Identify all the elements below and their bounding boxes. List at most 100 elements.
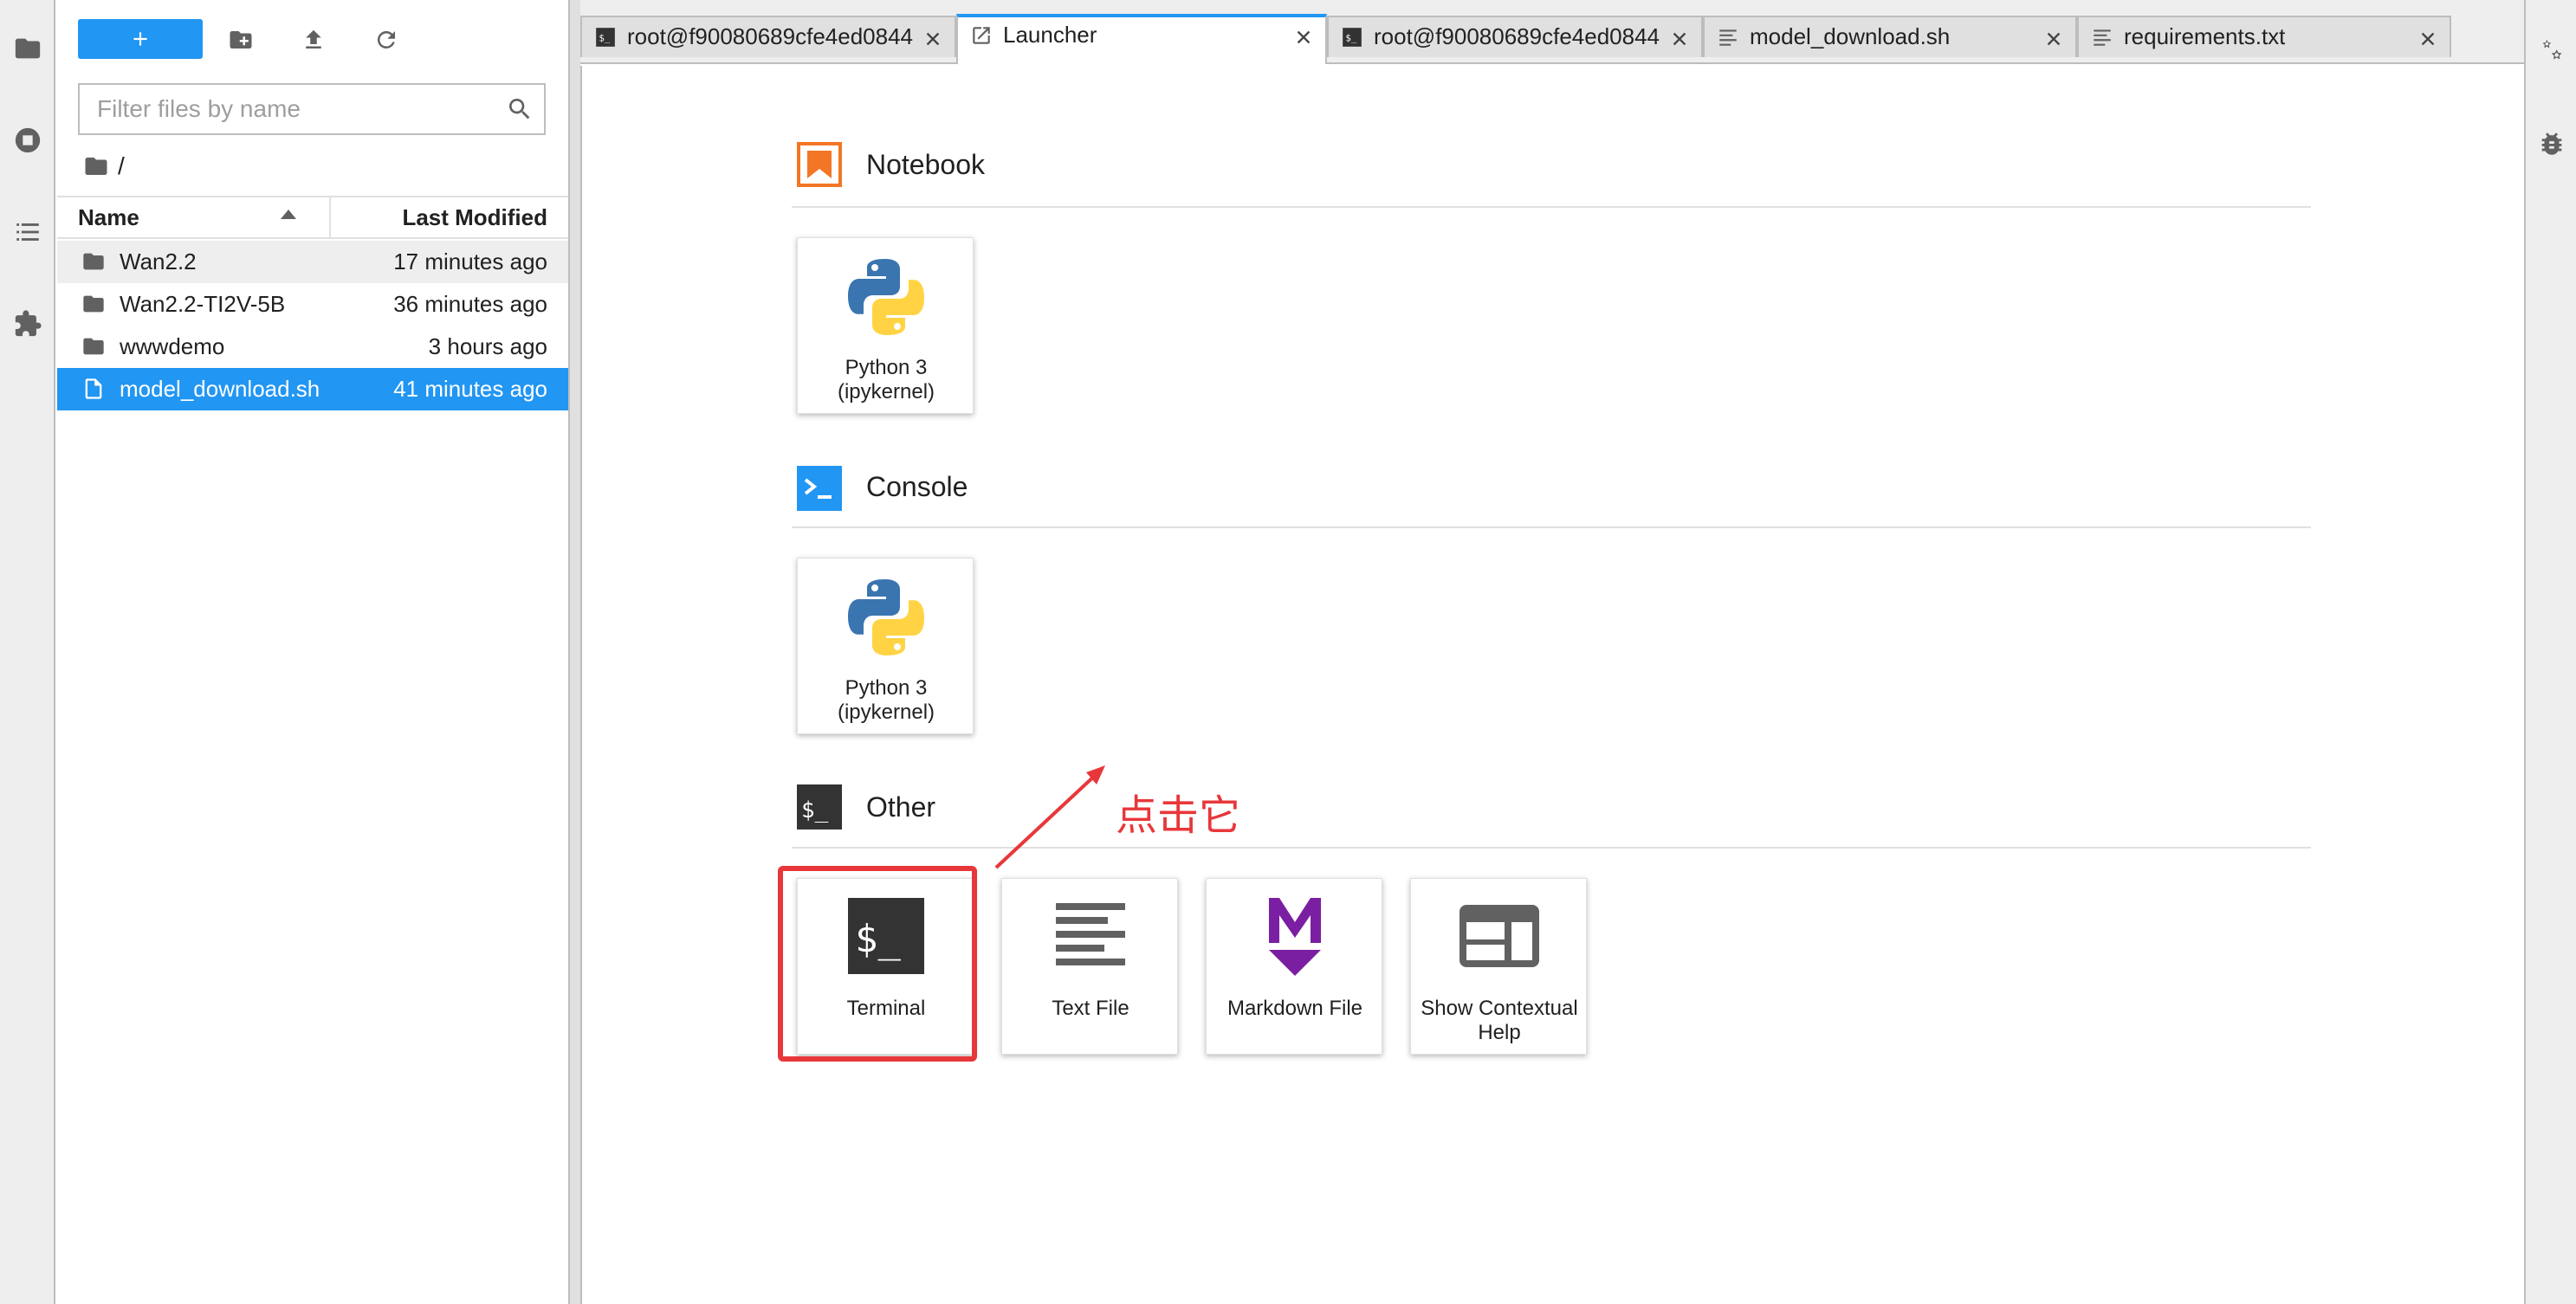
debugger-icon[interactable] — [2526, 119, 2576, 168]
close-icon[interactable] — [1294, 26, 1313, 45]
close-icon[interactable] — [1670, 28, 1689, 47]
card-label-sub: (ipykernel) — [837, 700, 935, 724]
file-row[interactable]: wwwdemo 3 hours ago — [57, 326, 568, 368]
running-icon[interactable] — [0, 116, 55, 165]
file-modified: 17 minutes ago — [393, 249, 547, 274]
tab-label: Launcher — [1003, 22, 1097, 48]
launcher-panel: Notebook Python 3 (ipykernel) Console Py… — [580, 66, 2510, 1304]
annotation-text: 点击它 — [1116, 791, 1241, 840]
launcher-card-notebook-python3[interactable]: Python 3 (ipykernel) — [797, 237, 974, 414]
tab-terminal-2[interactable]: $_ root@f90080689cfe4ed0844 — [1327, 16, 1703, 57]
tab-label: root@f90080689cfe4ed0844 — [627, 23, 914, 49]
file-browser-panel: / Name Last Modified Wan2.2 17 minutes a… — [57, 0, 568, 1304]
launcher-card-console-python3[interactable]: Python 3 (ipykernel) — [797, 558, 974, 734]
card-label-sub: Help — [1478, 1021, 1521, 1044]
section-title-other: Other — [866, 791, 936, 823]
svg-text:$_: $_ — [1345, 32, 1357, 43]
python-logo-icon — [845, 576, 928, 659]
terminal-icon: $_ — [1341, 26, 1363, 48]
file-name: Wan2.2-TI2V-5B — [120, 291, 286, 317]
right-activity-bar — [2524, 0, 2576, 1304]
file-browser-toolbar — [57, 0, 568, 74]
tab-label: root@f90080689cfe4ed0844 — [1374, 23, 1660, 49]
tab-model-download[interactable]: model_download.sh — [1703, 16, 2077, 57]
filter-files-input[interactable] — [80, 85, 495, 133]
panel-splitter[interactable] — [568, 0, 580, 1304]
breadcrumb[interactable]: / — [83, 149, 125, 184]
refresh-icon — [377, 30, 395, 48]
launcher-card-text-file[interactable]: Text File — [1001, 878, 1178, 1055]
column-header-name[interactable]: Name — [57, 197, 331, 237]
file-modified: 41 minutes ago — [393, 376, 547, 402]
close-icon[interactable] — [2044, 28, 2063, 47]
svg-text:$_: $_ — [599, 32, 611, 43]
file-name: model_download.sh — [120, 376, 320, 402]
new-folder-button[interactable] — [223, 23, 258, 57]
terminal-icon: $_ — [594, 26, 617, 48]
card-label: Python 3 — [845, 676, 928, 700]
notebook-icon — [797, 142, 842, 187]
sort-ascending-icon — [281, 210, 296, 219]
contextual-help-icon — [1458, 903, 1541, 969]
upload-icon — [306, 29, 321, 48]
tab-terminal-1[interactable]: $_ root@f90080689cfe4ed0844 — [580, 16, 956, 57]
file-modified: 36 minutes ago — [393, 291, 547, 317]
card-label: Python 3 — [845, 356, 928, 379]
tab-requirements[interactable]: requirements.txt — [2077, 16, 2451, 57]
card-label: Show Contextual — [1421, 997, 1578, 1020]
folder-icon — [81, 292, 106, 316]
svg-text:$_: $_ — [801, 797, 829, 823]
new-launcher-button[interactable] — [78, 19, 203, 59]
file-name: Wan2.2 — [120, 249, 197, 274]
left-activity-bar — [0, 0, 55, 1304]
card-label-sub: (ipykernel) — [837, 380, 935, 403]
column-header-last-modified[interactable]: Last Modified — [333, 197, 568, 237]
launch-icon — [970, 24, 993, 47]
folder-icon — [81, 334, 106, 358]
folder-icon[interactable] — [0, 24, 55, 73]
folder-icon — [85, 158, 107, 175]
markdown-icon — [1257, 894, 1333, 978]
card-label: Text File — [1052, 997, 1129, 1020]
section-divider — [792, 526, 2311, 528]
tab-launcher[interactable]: Launcher — [956, 14, 1327, 64]
section-title-notebook: Notebook — [866, 149, 985, 180]
text-file-icon — [1052, 898, 1129, 974]
tab-label: model_download.sh — [1750, 23, 1951, 49]
file-list-header: Name Last Modified — [57, 196, 568, 239]
python-logo-icon — [845, 255, 928, 339]
breadcrumb-path[interactable]: / — [118, 152, 125, 180]
close-icon[interactable] — [923, 28, 942, 47]
card-label: Markdown File — [1227, 997, 1363, 1020]
launcher-card-contextual-help[interactable]: Show Contextual Help — [1410, 878, 1587, 1055]
tab-label: requirements.txt — [2124, 23, 2286, 49]
table-of-contents-icon[interactable] — [0, 208, 55, 256]
folder-icon — [81, 249, 106, 274]
upload-button[interactable] — [296, 23, 331, 57]
file-name: wwwdemo — [120, 333, 225, 359]
extension-icon[interactable] — [0, 300, 55, 348]
plus-icon — [133, 32, 147, 46]
file-row[interactable]: Wan2.2 17 minutes ago — [57, 241, 568, 283]
close-icon[interactable] — [2418, 28, 2437, 47]
document-tab-bar: $_ root@f90080689cfe4ed0844 Launcher $_ … — [580, 0, 2524, 64]
search-icon — [506, 95, 534, 123]
launcher-card-markdown-file[interactable]: Markdown File — [1206, 878, 1382, 1055]
file-row[interactable]: Wan2.2-TI2V-5B 36 minutes ago — [57, 283, 568, 326]
file-list: Wan2.2 17 minutes ago Wan2.2-TI2V-5B 36 … — [57, 241, 568, 410]
annotation-highlight-box — [778, 866, 977, 1062]
terminal-icon: $_ — [797, 784, 842, 830]
filter-box — [78, 83, 546, 135]
annotation-arrow — [994, 765, 1105, 869]
file-icon — [81, 377, 106, 401]
text-file-icon — [2091, 26, 2113, 48]
file-modified: 3 hours ago — [428, 333, 547, 359]
section-title-console: Console — [866, 471, 968, 502]
file-row[interactable]: model_download.sh 41 minutes ago — [57, 368, 568, 410]
property-inspector-icon[interactable] — [2526, 28, 2576, 76]
refresh-button[interactable] — [369, 23, 404, 57]
text-file-icon — [1717, 26, 1739, 48]
console-icon — [797, 466, 842, 511]
section-divider — [792, 206, 2311, 208]
new-folder-icon — [230, 31, 252, 48]
